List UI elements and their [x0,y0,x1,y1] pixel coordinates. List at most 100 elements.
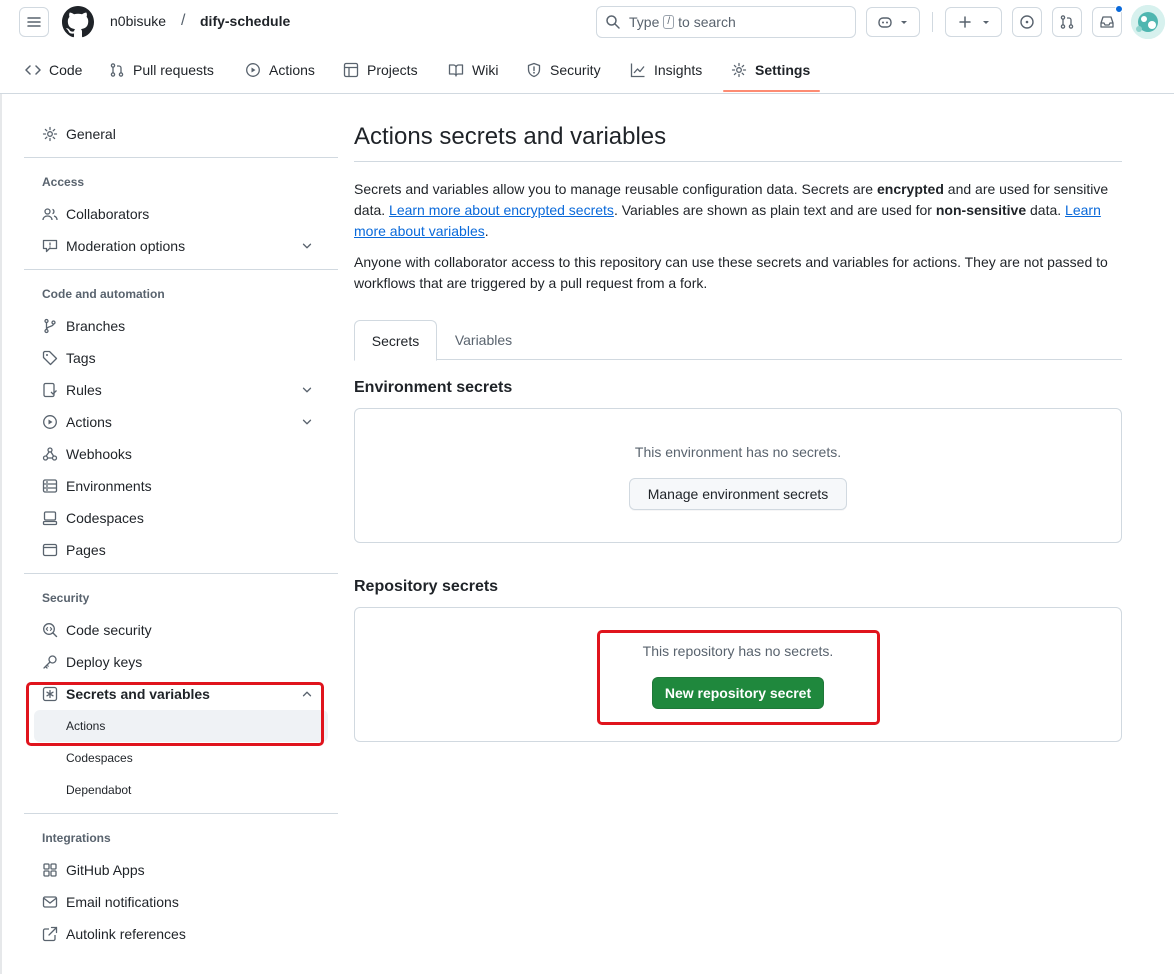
sidebar-item-codespaces[interactable]: Codespaces [24,502,328,534]
pull-requests-button[interactable] [1052,7,1082,37]
avatar[interactable] [1131,5,1165,39]
description-emphasis: encrypted [876,181,944,197]
sidebar-item-email-notifications[interactable]: Email notifications [24,886,328,918]
manage-environment-secrets-button[interactable]: Manage environment secrets [629,478,847,510]
sidebar-subitem-dependabot[interactable]: Dependabot [34,774,328,806]
sidebar-divider [24,269,338,270]
sidebar-heading-security: Security [42,591,90,605]
tab-security-label: Security [550,62,601,78]
tab-actions[interactable]: Actions [245,60,315,80]
search-placeholder-prefix: Type [629,14,660,30]
sidebar-item-general[interactable]: General [24,118,328,150]
sidebar-item-github-apps[interactable]: GitHub Apps [24,854,328,886]
browser-icon [42,543,58,557]
new-repository-secret-button[interactable]: New repository secret [652,677,824,709]
pull-request-icon [110,63,124,77]
menu-button[interactable] [19,7,49,37]
sidebar-item-environments[interactable]: Environments [24,470,328,502]
sidebar-item-label: Branches [66,318,126,334]
description-emphasis: non-sensitive [935,202,1027,218]
sidebar-item-actions[interactable]: Actions [24,406,328,438]
sidebar-subitem-codespaces[interactable]: Codespaces [34,742,328,774]
rules-icon [43,382,57,398]
sidebar-heading-access: Access [42,175,85,189]
sidebar-item-label: Collaborators [66,206,150,222]
sidebar-item-label: Moderation options [66,238,186,254]
tab-insights-label: Insights [654,62,703,78]
active-tab-indicator [723,90,820,92]
copilot-button[interactable] [866,7,920,37]
tab-variables[interactable]: Variables [442,320,525,360]
description-text: . [484,223,489,239]
search-placeholder-suffix: to search [678,14,736,30]
webhook-icon [42,447,58,461]
issues-icon [1020,15,1034,29]
table-icon [343,62,359,78]
play-icon [43,415,57,429]
book-icon [448,64,464,77]
create-new-button[interactable] [945,7,1002,37]
copilot-icon [878,17,892,28]
header-divider [932,12,933,32]
graph-icon [630,63,645,78]
search-icon [606,15,620,29]
description-text: data. [1026,202,1066,218]
sidebar-item-rules[interactable]: Rules [24,374,328,406]
gear-icon [42,126,58,142]
tab-wiki-label: Wiki [472,62,499,78]
sidebar-subitem-actions[interactable]: Actions [34,710,328,742]
repository-secrets-heading: Repository secrets [354,578,499,595]
menu-icon [27,17,41,27]
server-icon [42,479,58,493]
breadcrumb-owner[interactable]: n0bisuke [110,13,166,29]
global-header: n0bisuke / dify-schedule Type / to searc… [0,0,1174,46]
chevron-down-icon [982,21,989,24]
sidebar-item-moderation[interactable]: Moderation options [24,230,328,262]
sidebar-item-tags[interactable]: Tags [24,342,328,374]
sidebar-item-collaborators[interactable]: Collaborators [24,198,328,230]
sidebar-item-branches[interactable]: Branches [24,310,328,342]
issues-button[interactable] [1012,7,1042,37]
inbox-icon [1100,16,1114,28]
tab-settings-label: Settings [755,62,811,78]
repo-navigation: Code Pull requests Actions Projects Wiki… [0,46,1174,94]
tab-insights[interactable]: Insights [630,60,702,80]
sidebar-item-code-security[interactable]: Code security [24,614,328,646]
sidebar-item-label: Actions [66,414,112,430]
plus-icon [958,16,971,28]
tab-code-label: Code [49,62,83,78]
apps-icon [43,863,57,877]
sidebar-item-label: Webhooks [66,446,132,462]
sidebar-item-label: Pages [66,542,106,558]
tab-secrets[interactable]: Secrets [354,320,437,361]
tab-settings[interactable]: Settings [731,60,810,80]
tab-wiki[interactable]: Wiki [448,60,498,80]
sidebar-item-pages[interactable]: Pages [24,534,328,566]
sidebar-item-webhooks[interactable]: Webhooks [24,438,328,470]
tab-projects[interactable]: Projects [343,60,418,80]
report-icon [42,239,58,253]
search-input[interactable]: Type / to search [596,6,856,38]
sidebar-item-autolink-references[interactable]: Autolink references [24,918,328,950]
codescan-icon [43,623,58,638]
sidebar-item-label: Autolink references [66,926,186,942]
sidebar-item-label: Email notifications [66,894,179,910]
sidebar-item-secrets-and-variables[interactable]: Secrets and variables [24,678,328,710]
shield-icon [527,62,541,78]
collaborator-note: Anyone with collaborator access to this … [354,254,1108,291]
page-title: Actions secrets and variables [354,123,667,150]
tag-icon [42,350,58,366]
tab-security[interactable]: Security [526,60,601,80]
learn-encrypted-secrets-link[interactable]: Learn more about encrypted secrets [389,202,614,218]
breadcrumb-repo[interactable]: dify-schedule [200,13,290,29]
window-edge [0,94,2,974]
title-divider [354,161,1122,162]
key-icon [43,655,57,669]
chevron-down-icon [302,243,312,249]
sidebar-item-label: Codespaces [66,510,144,526]
sidebar-item-deploy-keys[interactable]: Deploy keys [24,646,328,678]
tab-code[interactable]: Code [25,60,82,80]
tab-pull-requests[interactable]: Pull requests [109,60,214,80]
description-text: . Variables are shown as plain text and … [613,202,936,218]
github-logo-icon[interactable] [62,6,94,38]
